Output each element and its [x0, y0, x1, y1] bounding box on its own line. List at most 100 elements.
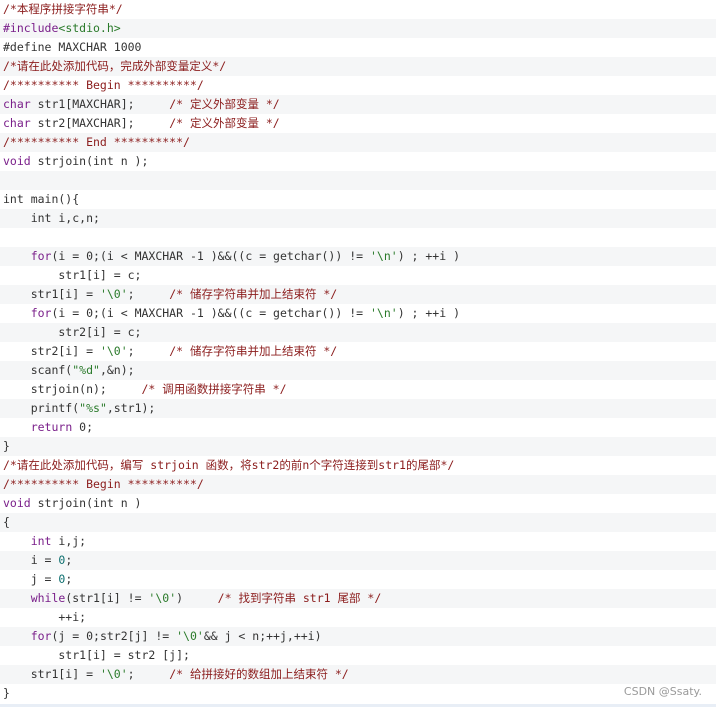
- code-line: str1[i] = '\0'; /* 给拼接好的数组加上结束符 */: [0, 665, 716, 684]
- code-line: str2[i] = c;: [0, 323, 716, 342]
- code-text: && j < n;++j,++i): [203, 629, 322, 643]
- code-keyword: char: [3, 97, 31, 111]
- code-block: /*本程序拼接字符串*/ #include<stdio.h> #define MAX…: [0, 0, 716, 703]
- code-text: ;: [127, 287, 170, 301]
- code-line: void strjoin(int n ): [0, 494, 716, 513]
- code-text: (i = 0;(i < MAXCHAR -1 )&&((c = getchar(…: [51, 306, 370, 320]
- code-string: '\0': [99, 667, 128, 681]
- code-text: str2[MAXCHAR];: [30, 116, 170, 130]
- code-line: j = 0;: [0, 570, 716, 589]
- code-text: str1[i] =: [3, 287, 100, 301]
- code-text: (i = 0;(i < MAXCHAR -1 )&&((c = getchar(…: [51, 249, 370, 263]
- code-line: #include<stdio.h>: [0, 19, 716, 38]
- code-preprocessor: #include: [3, 21, 59, 35]
- code-text: }: [3, 439, 10, 453]
- code-comment: /*请在此处添加代码，完成外部变量定义*/: [3, 59, 227, 73]
- code-string: <stdio.h>: [58, 21, 121, 35]
- code-line: char str1[MAXCHAR]; /* 定义外部变量 */: [0, 95, 716, 114]
- code-comment: /********** End **********/: [3, 135, 190, 149]
- code-text: printf(: [3, 401, 80, 415]
- code-line: char str2[MAXCHAR]; /* 定义外部变量 */: [0, 114, 716, 133]
- code-line: for(j = 0;str2[j] != '\0'&& j < n;++j,++…: [0, 627, 716, 646]
- code-text: str2[i] = c;: [3, 325, 142, 339]
- code-text: str1[i] = c;: [3, 268, 142, 282]
- code-comment: /********** Begin **********/: [3, 477, 204, 491]
- code-comment: /*本程序拼接字符串*/: [3, 2, 123, 16]
- code-string: "%s": [79, 401, 107, 415]
- code-text: strjoin(n);: [3, 382, 142, 396]
- code-text: str2[i] =: [3, 344, 100, 358]
- code-line: int i,j;: [0, 532, 716, 551]
- code-keyword: for: [30, 249, 52, 263]
- code-comment: /********** Begin **********/: [3, 78, 204, 92]
- code-text: ) ; ++i ): [397, 249, 460, 263]
- code-line: for(i = 0;(i < MAXCHAR -1 )&&((c = getch…: [0, 304, 716, 323]
- code-line: str1[i] = '\0'; /* 储存字符串并加上结束符 */: [0, 285, 716, 304]
- code-text: i,j;: [51, 534, 87, 548]
- code-comment: /* 定义外部变量 */: [169, 97, 280, 111]
- code-comment: /* 找到字符串 str1 尾部 */: [217, 591, 382, 605]
- code-keyword: void: [3, 154, 31, 168]
- code-line: strjoin(n); /* 调用函数拼接字符串 */: [0, 380, 716, 399]
- code-keyword: return: [30, 420, 73, 434]
- code-line: #define MAXCHAR 1000: [0, 38, 716, 57]
- code-text: (str1[i] !=: [65, 591, 149, 605]
- code-string: "%d": [72, 363, 100, 377]
- code-text: int main(){: [3, 192, 80, 206]
- code-line: /*本程序拼接字符串*/: [0, 0, 716, 19]
- code-text: str1[i] = str2 [j];: [3, 648, 190, 662]
- code-line: for(i = 0;(i < MAXCHAR -1 )&&((c = getch…: [0, 247, 716, 266]
- code-line: int i,c,n;: [0, 209, 716, 228]
- code-line: str1[i] = str2 [j];: [0, 646, 716, 665]
- code-keyword: char: [3, 116, 31, 130]
- code-text: strjoin(int n );: [30, 154, 149, 168]
- code-text: i =: [3, 553, 59, 567]
- code-text: j =: [3, 572, 59, 586]
- code-line: str2[i] = '\0'; /* 储存字符串并加上结束符 */: [0, 342, 716, 361]
- code-line: scanf("%d",&n);: [0, 361, 716, 380]
- code-comment: /* 调用函数拼接字符串 */: [141, 382, 287, 396]
- code-string: '\0': [99, 344, 128, 358]
- code-string: '\0': [176, 629, 204, 643]
- code-text: ;: [65, 572, 73, 586]
- code-line: /********** Begin **********/: [0, 76, 716, 95]
- code-text: str1[i] =: [3, 667, 100, 681]
- code-string: '\n': [369, 249, 398, 263]
- code-text: ) ; ++i ): [397, 306, 460, 320]
- code-text: int i,c,n;: [3, 211, 100, 225]
- code-line: /*请在此处添加代码，编写 strjoin 函数，将str2的前n个字符连接到s…: [0, 456, 716, 475]
- code-keyword: for: [30, 306, 52, 320]
- csdn-watermark: CSDN @Ssaty.: [623, 685, 702, 698]
- code-line: void strjoin(int n );: [0, 152, 716, 171]
- code-line: int main(){: [0, 190, 716, 209]
- code-line: /********** End **********/: [0, 133, 716, 152]
- code-text: ,str1);: [106, 401, 156, 415]
- code-string: '\0': [99, 287, 128, 301]
- code-comment: /* 储存字符串并加上结束符 */: [169, 287, 338, 301]
- code-keyword: for: [30, 629, 52, 643]
- code-string: '\0': [148, 591, 177, 605]
- code-line: i = 0;: [0, 551, 716, 570]
- code-text: ;: [65, 553, 73, 567]
- code-line: ++i;: [0, 608, 716, 627]
- code-text: ): [176, 591, 218, 605]
- code-text: ;: [127, 344, 170, 358]
- code-text: ;: [127, 667, 170, 681]
- code-comment: /* 给拼接好的数组加上结束符 */: [169, 667, 349, 681]
- code-line: return 0;: [0, 418, 716, 437]
- code-line: /********** Begin **********/: [0, 475, 716, 494]
- code-line: }: [0, 684, 716, 703]
- code-comment: /*请在此处添加代码，编写 strjoin 函数，将str2的前n个字符连接到s…: [3, 458, 455, 472]
- code-text: #define MAXCHAR 1000: [3, 40, 142, 54]
- code-line: /*请在此处添加代码，完成外部变量定义*/: [0, 57, 716, 76]
- code-text: }: [3, 686, 10, 700]
- code-text: ++i;: [3, 610, 87, 624]
- code-line: {: [0, 513, 716, 532]
- code-line: str1[i] = c;: [0, 266, 716, 285]
- code-text: (j = 0;str2[j] !=: [51, 629, 177, 643]
- code-comment: /* 储存字符串并加上结束符 */: [169, 344, 338, 358]
- code-line: printf("%s",str1);: [0, 399, 716, 418]
